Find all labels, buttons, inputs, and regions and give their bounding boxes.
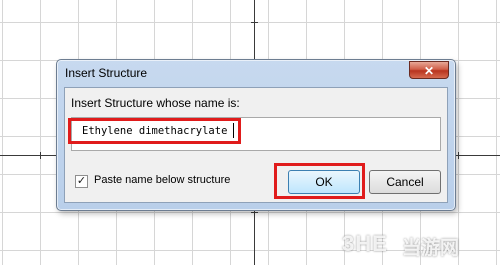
watermark-text: 当游网	[402, 238, 460, 259]
axis-tick	[40, 152, 41, 159]
dialog-title: Insert Structure	[65, 66, 148, 80]
checkmark-icon: ✓	[76, 175, 87, 187]
insert-structure-dialog: Insert Structure ✕ Insert Structure whos…	[56, 59, 456, 211]
text-caret	[233, 123, 234, 138]
paste-name-checkbox[interactable]: ✓	[75, 175, 88, 188]
close-icon: ✕	[423, 64, 435, 78]
close-button[interactable]: ✕	[409, 61, 449, 79]
dialog-body: Insert Structure whose name is: Ethylene…	[64, 87, 448, 203]
axis-tick	[251, 212, 258, 213]
paste-name-label[interactable]: Paste name below structure	[94, 174, 230, 186]
watermark-logo: 3HE	[342, 231, 388, 256]
ok-button[interactable]: OK	[288, 170, 360, 194]
watermark: 3HE 当游网	[336, 230, 496, 259]
axis-tick	[458, 152, 459, 159]
structure-name-input[interactable]: Ethylene dimethacrylate	[71, 117, 441, 151]
cancel-button[interactable]: Cancel	[369, 170, 441, 194]
axis-tick	[251, 22, 258, 23]
prompt-label: Insert Structure whose name is:	[71, 96, 240, 110]
structure-name-value: Ethylene dimethacrylate	[82, 125, 228, 137]
